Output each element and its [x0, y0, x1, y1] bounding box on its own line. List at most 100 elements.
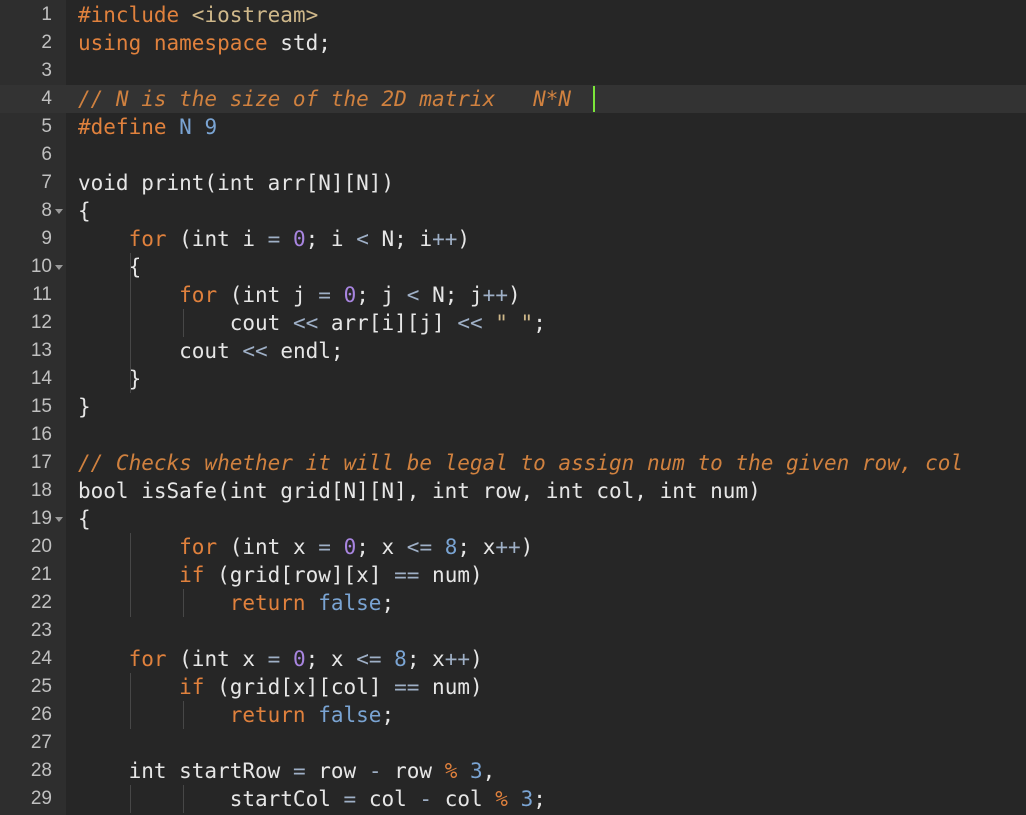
code-token: ) — [507, 283, 521, 307]
code-token: ++ — [432, 227, 458, 251]
code-text: bool isSafe(int grid[N][N], int row, int… — [78, 477, 761, 505]
code-line[interactable]: 22 return false; — [0, 589, 1026, 617]
code-token: ; — [533, 787, 546, 811]
code-line[interactable]: 25 if (grid[x][col] == num) — [0, 673, 1026, 701]
code-line[interactable]: 21 if (grid[row][x] == num) — [0, 561, 1026, 589]
code-token: << — [292, 311, 319, 335]
code-line[interactable]: 8{ — [0, 197, 1026, 225]
code-line[interactable]: 3 — [0, 57, 1026, 85]
code-token: using namespace — [78, 31, 268, 55]
code-line[interactable]: 9 for (int i = 0; i < N; i++) — [0, 225, 1026, 253]
code-token: N; i — [368, 227, 433, 251]
code-token: } — [78, 395, 91, 419]
code-line[interactable]: 1 #include <iostream> — [0, 1, 1026, 29]
code-line[interactable]: 6 — [0, 141, 1026, 169]
code-token: #include — [78, 3, 192, 27]
line-number: 19 — [30, 508, 52, 529]
code-text: #define N 9 — [78, 113, 217, 141]
code-token: col — [432, 787, 496, 811]
code-line[interactable]: 13 cout << endl; — [0, 337, 1026, 365]
line-number: 7 — [41, 172, 52, 193]
line-number: 9 — [41, 228, 52, 249]
code-line[interactable]: 19 { — [0, 505, 1026, 533]
code-line[interactable]: 26 return false; — [0, 701, 1026, 729]
indent-guide — [130, 533, 131, 617]
code-token: (grid[x][col] — [204, 675, 395, 699]
code-token: 0 — [343, 283, 357, 307]
code-token: , — [482, 759, 496, 783]
code-token: = — [267, 647, 281, 671]
code-text: cout << arr[i][j] << " "; — [78, 309, 546, 337]
code-token: 0 — [292, 227, 306, 251]
code-line[interactable]: 16 — [0, 421, 1026, 449]
code-token: num) — [419, 563, 483, 587]
line-number: 5 — [41, 116, 52, 137]
code-line[interactable]: 7 void print(int arr[N][N]) — [0, 169, 1026, 197]
code-line[interactable]: 23 — [0, 617, 1026, 645]
code-line[interactable]: 10 { — [0, 253, 1026, 281]
fold-arrow-icon[interactable] — [55, 209, 63, 214]
code-token: for — [128, 647, 167, 671]
code-line[interactable]: 20 for (int x = 0; x <= 8; x++) — [0, 533, 1026, 561]
code-line[interactable]: 18 bool isSafe(int grid[N][N], int row, i… — [0, 477, 1026, 505]
code-line[interactable]: 4 // N is the size of the 2D matrix N*N — [0, 85, 1026, 113]
code-text: #include <iostream> — [78, 1, 318, 29]
line-number: 25 — [30, 676, 52, 697]
line-number: 8 — [41, 200, 52, 221]
code-line[interactable]: 24 for (int x = 0; x <= 8; x++) — [0, 645, 1026, 673]
code-token: int startRow — [78, 759, 293, 783]
code-token: 8 — [394, 647, 407, 671]
code-line[interactable]: 12 cout << arr[i][j] << " "; — [0, 309, 1026, 337]
code-token: <= — [356, 647, 382, 671]
line-number: 11 — [32, 284, 52, 305]
code-line[interactable]: 29 startCol = col - col % 3; — [0, 785, 1026, 813]
code-token: < — [356, 227, 369, 251]
code-text: // Checks whether it will be legal to as… — [78, 449, 963, 477]
code-text: startCol = col - col % 3; — [78, 785, 546, 813]
code-line[interactable]: 11 for (int j = 0; j < N; j++) — [0, 281, 1026, 309]
code-line[interactable]: 15} — [0, 393, 1026, 421]
line-number: 24 — [30, 648, 52, 669]
code-token: ; — [533, 311, 546, 335]
line-number: 1 — [41, 4, 52, 25]
code-token: return — [229, 591, 306, 615]
code-line[interactable]: 14 } — [0, 365, 1026, 393]
code-token: ; x — [406, 647, 445, 671]
code-line[interactable]: 28 int startRow = row - row % 3, — [0, 757, 1026, 785]
fold-arrow-icon[interactable] — [55, 517, 63, 522]
code-token: = — [267, 227, 281, 251]
text-cursor — [593, 86, 595, 112]
line-number: 12 — [30, 312, 52, 333]
code-token: (int x — [166, 647, 268, 671]
code-token: - — [419, 787, 433, 811]
code-token: 8 — [444, 535, 458, 559]
line-number: 29 — [30, 788, 52, 809]
code-line[interactable]: 27 — [0, 729, 1026, 757]
code-token: (int i — [166, 227, 268, 251]
code-token: arr[i][j] — [318, 311, 458, 335]
code-line[interactable]: 2 using namespace std; — [0, 29, 1026, 57]
code-token: " " — [495, 311, 534, 335]
code-token: if — [179, 563, 205, 587]
line-number: 3 — [41, 60, 52, 81]
code-line[interactable]: 5 #define N 9 — [0, 113, 1026, 141]
code-token: ++ — [482, 283, 508, 307]
code-text: int startRow = row - row % 3, — [78, 757, 496, 785]
code-token: ; j — [356, 283, 407, 307]
line-number: 17 — [30, 452, 52, 473]
code-line[interactable]: 17 // Checks whether it will be legal to … — [0, 449, 1026, 477]
fold-arrow-icon[interactable] — [55, 265, 63, 270]
code-text: using namespace std; — [78, 29, 331, 57]
code-editor[interactable]: 1 #include <iostream> 2 using namespace std… — [0, 0, 1026, 815]
indent-guide — [130, 253, 131, 393]
code-token: if — [179, 675, 205, 699]
